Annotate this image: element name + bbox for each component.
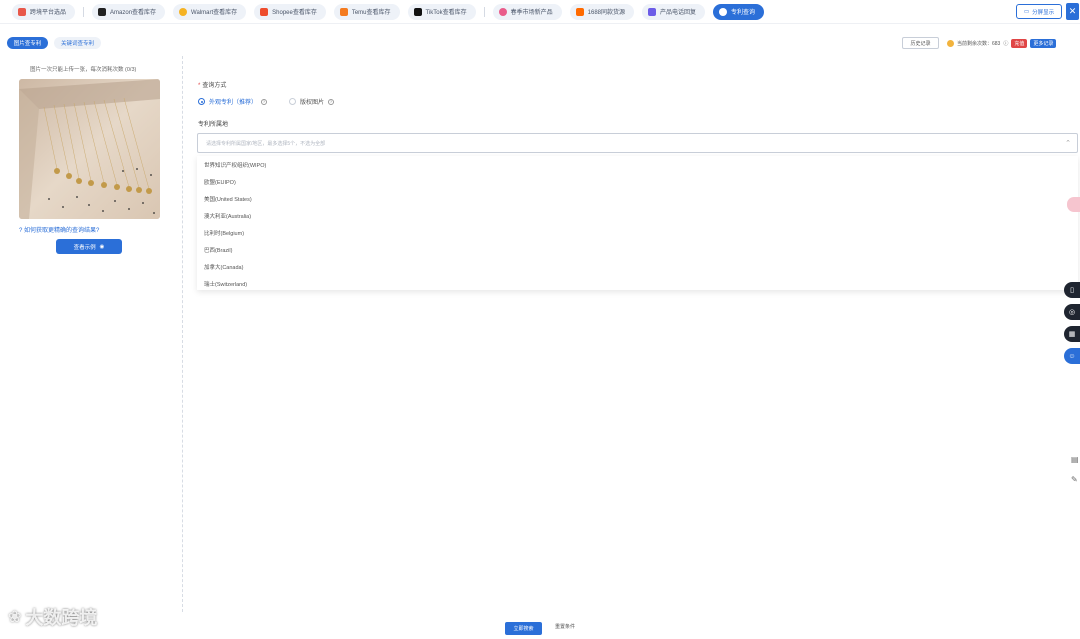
remaining-count: 当前剩余次数：683 (957, 40, 1001, 47)
view-example-button[interactable]: 查看示例 ◉ (56, 239, 122, 254)
tab-patent-search[interactable]: 专利查询 (713, 3, 765, 20)
list-item[interactable]: 比利时(Belgium) (197, 224, 1078, 241)
search-submit-button[interactable]: 立即搜索 (505, 622, 542, 635)
float-avatar-icon[interactable] (1067, 197, 1080, 212)
walmart-icon (179, 7, 188, 16)
list-item[interactable]: 加拿大(Canada) (197, 258, 1078, 275)
account-info: 当前剩余次数：683 ⓘ 充值 更多记录 (947, 37, 1057, 49)
chat-bot-icon[interactable]: ☺ (1064, 348, 1080, 364)
more-records-button[interactable]: 更多记录 (1030, 38, 1057, 48)
necklace-photo (19, 79, 160, 219)
reset-button[interactable]: 重置条件 (555, 623, 575, 630)
logo-icon (18, 7, 26, 16)
watermark-logo-icon: ❀ (8, 609, 22, 626)
amazon-icon (98, 7, 107, 16)
patent-region-label: 专利所属地 (198, 122, 229, 128)
split-icon: ▭ (1023, 8, 1030, 15)
store-icon (575, 7, 584, 16)
coin-icon (947, 39, 954, 47)
uploaded-image[interactable] (19, 79, 160, 219)
split-screen-button[interactable]: ▭ 分屏显示 (1016, 4, 1062, 19)
tiktok-icon (413, 7, 422, 16)
help-icon[interactable]: ? (328, 98, 335, 105)
globe-icon[interactable]: ◎ (1064, 304, 1080, 320)
close-icon: ✕ (1068, 6, 1077, 16)
grid-icon[interactable]: ▦ (1064, 326, 1080, 342)
region-dropdown: 世界知识产权组织(WIPO) 欧盟(EUIPO) 美国(United State… (197, 156, 1078, 290)
tab-temu[interactable]: Temu查看库存 (333, 3, 400, 20)
list-item[interactable]: 巴西(Brazil) (197, 241, 1078, 258)
recharge-button[interactable]: 充值 (1011, 38, 1028, 48)
book-icon[interactable]: ▯ (1064, 282, 1080, 298)
tab-spring-market[interactable]: 春季市场新产品 (492, 3, 562, 20)
radio-design-patent[interactable] (198, 98, 205, 105)
patent-icon (719, 7, 728, 16)
chevron-up-icon: ⌃ (1065, 140, 1071, 147)
info-icon: ⓘ (1003, 40, 1009, 47)
close-button[interactable]: ✕ (1066, 3, 1079, 20)
divider (483, 6, 485, 17)
top-toolbar: 跨境平台选品 Amazon查看库存 Walmart查看库存 Shopee查看库存… (0, 0, 1080, 24)
watermark: ❀ 大数跨境 (8, 608, 98, 628)
flower-icon (498, 7, 507, 16)
question-icon: ? (19, 228, 23, 234)
subtab-image-search[interactable]: 图片查专利 (7, 37, 48, 49)
list-item[interactable]: 世界知识产权组织(WIPO) (197, 156, 1078, 173)
list-item[interactable]: 美国(United States) (197, 190, 1078, 207)
search-method-label: * 查询方式 (198, 83, 227, 89)
tab-amazon[interactable]: Amazon查看库存 (92, 3, 166, 20)
list-item[interactable]: 瑞士(Switzerland) (197, 275, 1078, 290)
help-icon[interactable]: ? (261, 98, 268, 105)
tab-shopee[interactable]: Shopee查看库存 (254, 3, 326, 20)
region-select[interactable]: 请选择专利所属国家/地区，最多选择5个，不选为全部 ⌃ (197, 133, 1078, 153)
panel-divider (182, 56, 183, 612)
radio-copyright-image[interactable] (289, 98, 297, 105)
list-item[interactable]: 澳大利亚(Australia) (197, 207, 1078, 224)
list-item[interactable]: 欧盟(EUIPO) (197, 173, 1078, 190)
edit-icon[interactable]: ✎ (1071, 475, 1078, 484)
tab-cross-border[interactable]: 跨境平台选品 (12, 3, 76, 20)
divider (83, 6, 85, 17)
eye-icon: ◉ (99, 243, 105, 250)
tab-product-reply[interactable]: 产品电话回复 (642, 3, 706, 20)
upload-tip: 图片一次只能上传一张，每次消耗次数 (0/3) (30, 67, 137, 73)
tab-walmart[interactable]: Walmart查看库存 (173, 3, 247, 20)
help-link[interactable]: ? 如何获取更精确的查询结果? (19, 225, 99, 234)
history-button[interactable]: 历史记录 (902, 37, 939, 49)
phone-icon (648, 7, 657, 16)
search-method-options: 外观专利（推荐） ? 版权图片 ? (198, 97, 335, 106)
subtab-keyword-search[interactable]: 关键词查专利 (54, 37, 101, 49)
tab-1688[interactable]: 1688同款货源 (569, 3, 635, 20)
tab-tiktok[interactable]: TikTok查看库存 (407, 3, 476, 20)
note-icon[interactable]: ▤ (1071, 455, 1079, 464)
temu-icon (339, 7, 348, 16)
shopee-icon (260, 7, 269, 16)
